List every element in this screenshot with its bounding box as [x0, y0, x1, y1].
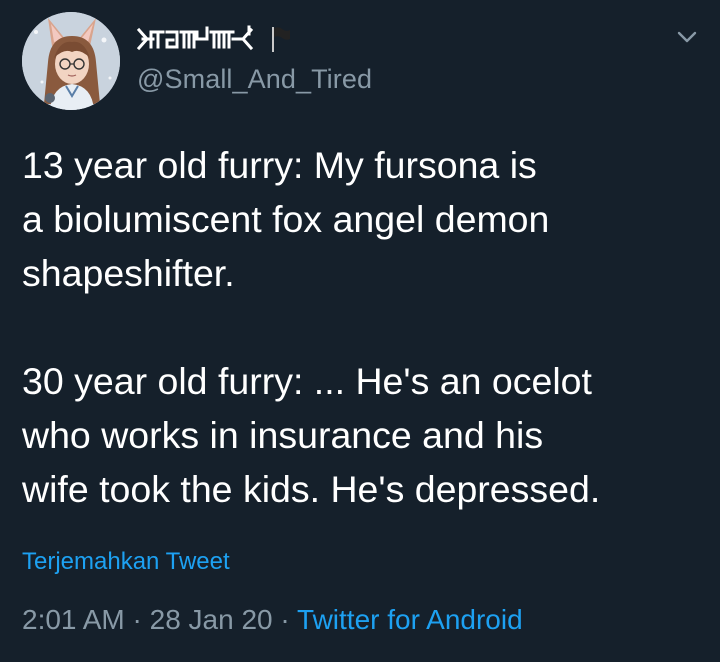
- translate-tweet-link[interactable]: Terjemahkan Tweet: [22, 548, 230, 576]
- black-flag-icon: [272, 27, 290, 52]
- meta-separator: ·: [124, 604, 150, 635]
- tweet: @Small_And_Tired 13 year old furry: My f…: [0, 0, 720, 662]
- chevron-down-icon[interactable]: [674, 24, 700, 50]
- user-handle[interactable]: @Small_And_Tired: [137, 64, 372, 95]
- display-name[interactable]: [137, 22, 293, 56]
- tweet-text: 13 year old furry: My fursona is a biolu…: [22, 144, 601, 510]
- avatar[interactable]: [22, 12, 120, 110]
- tweet-metadata: 2:01 AM · 28 Jan 20 · Twitter for Androi…: [22, 604, 523, 636]
- tweet-time: 2:01 AM: [22, 604, 125, 635]
- meta-separator: ·: [272, 604, 298, 635]
- tweet-source-link[interactable]: Twitter for Android: [297, 604, 523, 635]
- tweet-date: 28 Jan 20: [149, 604, 273, 635]
